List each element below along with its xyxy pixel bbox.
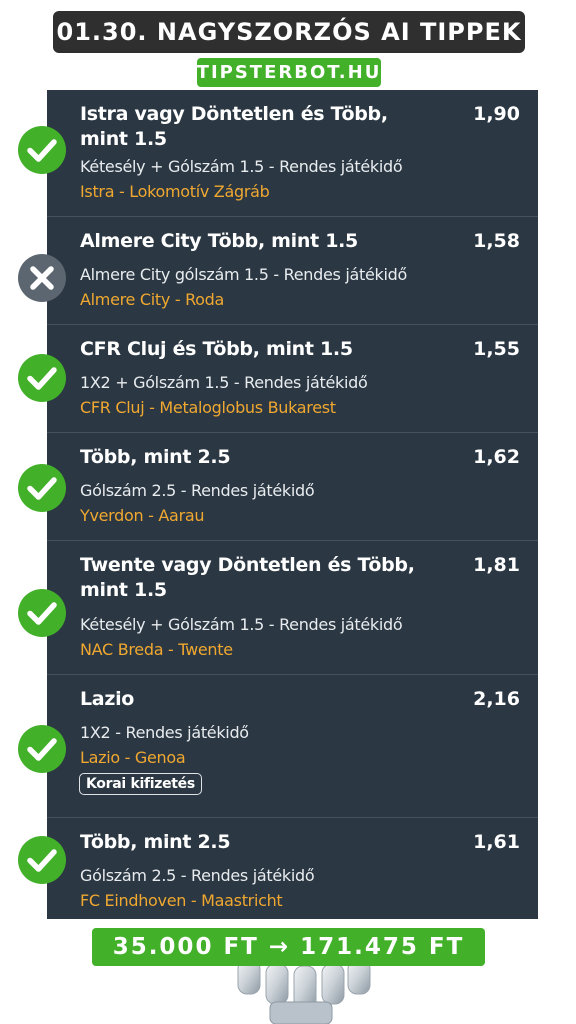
- bet-slip-panel: Istra vagy Döntetlen és Több, mint 1.5 1…: [47, 90, 538, 919]
- bet-market: 1X2 - Rendes játékidő: [80, 723, 249, 742]
- check-circle-icon: [17, 588, 67, 638]
- page-title: 01.30. NAGYSZORZÓS AI TIPPEK: [53, 11, 525, 53]
- site-badge: TIPSTERBOT.HU: [197, 58, 381, 87]
- bet-odds: 1,55: [473, 338, 520, 360]
- early-payout-badge: Korai kifizetés: [79, 773, 202, 795]
- bet-odds: 1,62: [473, 446, 520, 468]
- bet-match: CFR Cluj - Metaloglobus Bukarest: [80, 398, 336, 417]
- bet-market: Kétesély + Gólszám 1.5 - Rendes játékidő: [80, 615, 403, 634]
- bet-match: Lazio - Genoa: [80, 748, 186, 767]
- bet-title: Istra vagy Döntetlen és Több, mint 1.5: [80, 103, 388, 150]
- bet-odds: 1,81: [473, 554, 520, 576]
- bet-row: Lazio 2,16 1X2 - Rendes játékidő Lazio -…: [47, 675, 538, 818]
- check-circle-icon: [17, 125, 67, 175]
- bet-row: CFR Cluj és Több, mint 1.5 1,55 1X2 + Gó…: [47, 325, 538, 433]
- bet-row: Több, mint 2.5 1,62 Gólszám 2.5 - Rendes…: [47, 433, 538, 541]
- check-circle-icon: [17, 353, 67, 403]
- bet-match: Yverdon - Aarau: [80, 506, 205, 525]
- total-winnings-banner: 35.000 FT → 171.475 FT: [92, 928, 485, 966]
- bet-title: Lazio: [80, 688, 135, 710]
- bet-odds: 1,61: [473, 831, 520, 853]
- bet-title: Több, mint 2.5: [80, 831, 231, 853]
- bet-odds: 2,16: [473, 688, 520, 710]
- bet-match: Almere City - Roda: [80, 290, 225, 309]
- bet-odds: 1,90: [473, 103, 520, 125]
- check-circle-icon: [17, 835, 67, 885]
- bet-match: Istra - Lokomotív Zágráb: [80, 182, 270, 201]
- bet-market: Kétesély + Gólszám 1.5 - Rendes játékidő: [80, 157, 403, 176]
- bet-row: Twente vagy Döntetlen és Több, mint 1.5 …: [47, 541, 538, 675]
- bet-row: Istra vagy Döntetlen és Több, mint 1.5 1…: [47, 90, 538, 217]
- check-circle-icon: [17, 463, 67, 513]
- bet-match: FC Eindhoven - Maastricht: [80, 891, 283, 910]
- bet-row: Több, mint 2.5 1,61 Gólszám 2.5 - Rendes…: [47, 818, 538, 919]
- bet-title: CFR Cluj és Több, mint 1.5: [80, 338, 353, 360]
- check-circle-icon: [17, 724, 67, 774]
- bet-odds: 1,58: [473, 230, 520, 252]
- bet-match: NAC Breda - Twente: [80, 640, 233, 659]
- x-circle-icon: [17, 253, 67, 303]
- bet-market: Gólszám 2.5 - Rendes játékidő: [80, 481, 315, 500]
- bet-market: Almere City gólszám 1.5 - Rendes játékid…: [80, 265, 407, 284]
- bet-title: Twente vagy Döntetlen és Több, mint 1.5: [80, 554, 415, 601]
- bet-title: Almere City Több, mint 1.5: [80, 230, 358, 252]
- bet-market: 1X2 + Gólszám 1.5 - Rendes játékidő: [80, 373, 368, 392]
- bet-market: Gólszám 2.5 - Rendes játékidő: [80, 866, 315, 885]
- bet-title: Több, mint 2.5: [80, 446, 231, 468]
- bet-row: Almere City Több, mint 1.5 1,58 Almere C…: [47, 217, 538, 325]
